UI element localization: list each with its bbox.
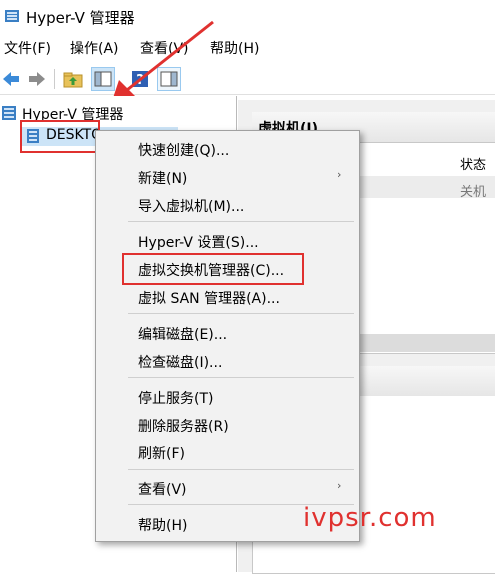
menu-item-import-vm[interactable]: 导入虚拟机(M)... xyxy=(138,196,244,216)
menu-item-view[interactable]: 查看(V) xyxy=(138,479,187,499)
menu-separator xyxy=(128,221,354,222)
vm-status-value: 关机 xyxy=(460,185,487,200)
menu-item-edit-disk[interactable]: 编辑磁盘(E)... xyxy=(138,324,227,344)
up-folder-icon[interactable] xyxy=(62,68,84,90)
menu-item-new[interactable]: 新建(N) xyxy=(138,168,187,188)
menu-file[interactable]: 文件(F) xyxy=(4,38,51,60)
menu-item-virtual-san-manager[interactable]: 虚拟 SAN 管理器(A)... xyxy=(138,288,280,308)
hyperv-app-icon xyxy=(5,10,19,22)
toolbar: ? xyxy=(0,64,495,95)
submenu-arrow-icon: › xyxy=(337,168,342,181)
server-manager-icon xyxy=(2,106,16,120)
forward-arrow-icon[interactable] xyxy=(26,68,48,90)
menu-separator xyxy=(128,469,354,470)
menu-item-remove-server[interactable]: 删除服务器(R) xyxy=(138,416,229,436)
menu-item-refresh[interactable]: 刷新(F) xyxy=(138,443,185,463)
annotation-box-host xyxy=(20,120,100,153)
menu-item-help[interactable]: 帮助(H) xyxy=(138,515,187,535)
annotation-box-virtual-switch xyxy=(122,253,304,285)
watermark: ivpsr.com xyxy=(303,503,437,533)
context-menu xyxy=(95,130,360,542)
menu-item-stop-service[interactable]: 停止服务(T) xyxy=(138,388,213,408)
menu-separator xyxy=(128,313,354,314)
menu-item-inspect-disk[interactable]: 检查磁盘(I)... xyxy=(138,352,222,372)
toolbar-separator xyxy=(54,69,55,89)
submenu-arrow-icon: › xyxy=(337,479,342,492)
back-arrow-icon[interactable] xyxy=(0,68,22,90)
menu-bar: 文件(F) 操作(A) 查看(V) 帮助(H) xyxy=(0,38,495,62)
column-header-status[interactable]: 状态 xyxy=(460,154,486,173)
menu-item-quick-create[interactable]: 快速创建(Q)... xyxy=(138,140,229,160)
menu-item-hyperv-settings[interactable]: Hyper-V 设置(S)... xyxy=(138,232,259,252)
menu-separator xyxy=(128,377,354,378)
